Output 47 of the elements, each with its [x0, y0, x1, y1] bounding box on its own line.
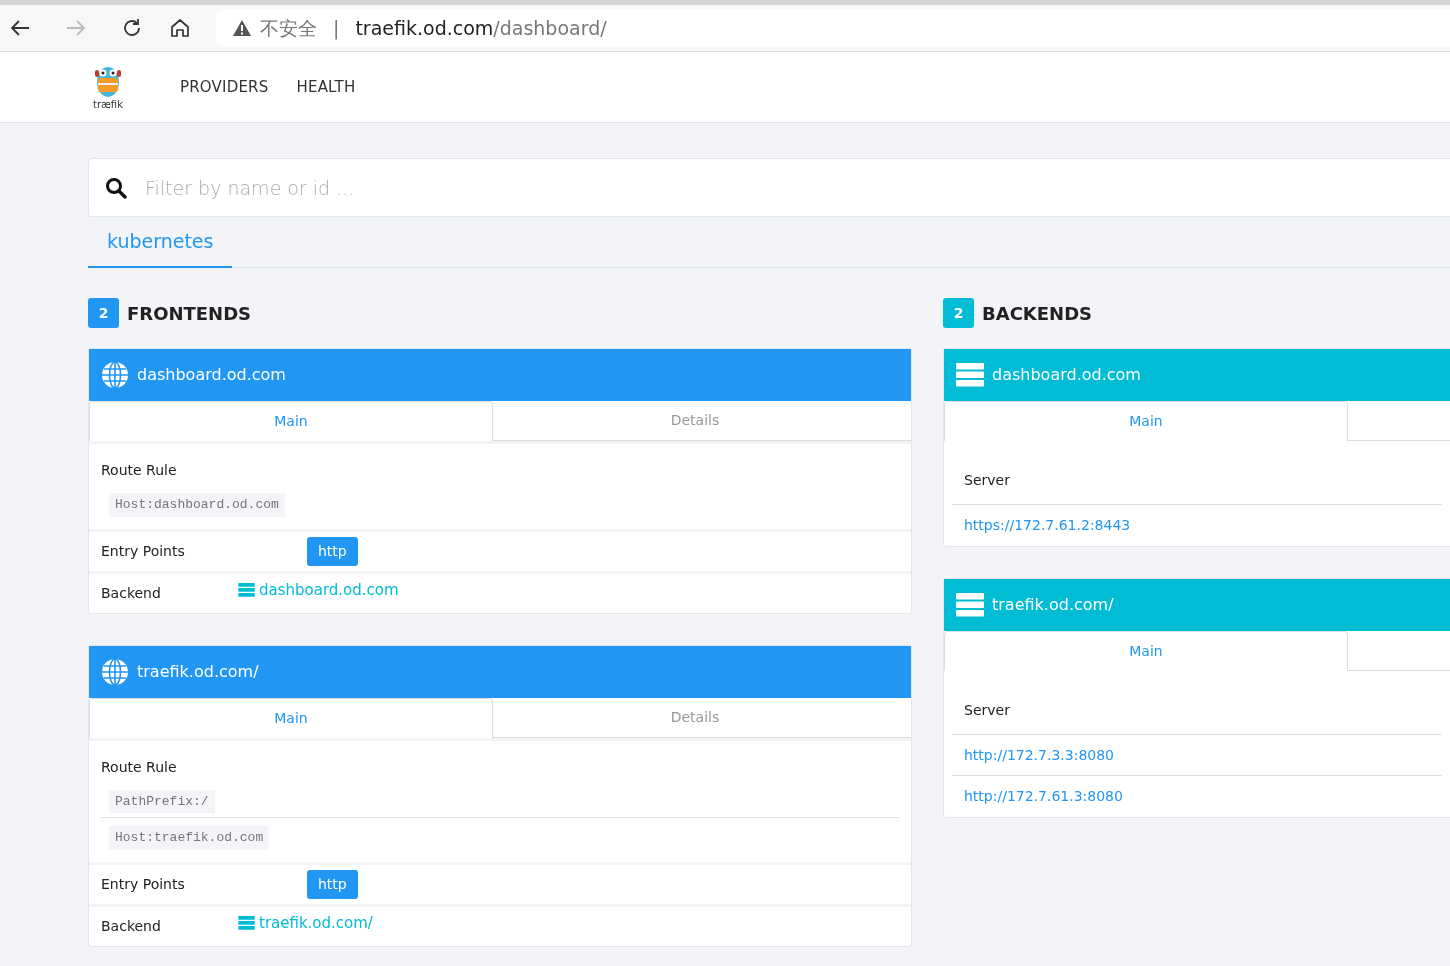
- server-icon: [238, 583, 255, 597]
- count-badge: 2: [88, 298, 119, 328]
- address-bar[interactable]: 不安全 | traefik.od.com/dashboard/: [216, 9, 1450, 47]
- backend-name: dashboard.od.com: [992, 364, 1141, 386]
- field-label: Entry Points: [101, 541, 185, 561]
- card-tab[interactable]: Main: [89, 697, 493, 738]
- server-link[interactable]: https://172.7.61.2:8443: [964, 515, 1131, 536]
- entry-point-tag[interactable]: http: [307, 536, 358, 566]
- security-label: 不安全: [260, 15, 317, 41]
- mascot-logo-icon: [93, 64, 123, 100]
- field-label: Backend: [101, 583, 161, 603]
- search-icon: [105, 176, 127, 199]
- server-icon: [956, 593, 984, 617]
- provider-tab[interactable]: kubernetes: [88, 217, 233, 268]
- globe-icon: [101, 657, 129, 686]
- url-text: traefik.od.com/dashboard/: [355, 15, 607, 41]
- count-badge: 2: [943, 298, 974, 328]
- field-label: Backend: [101, 916, 161, 936]
- server-icon: [238, 916, 255, 930]
- nav-link[interactable]: PROVIDERS: [180, 75, 269, 99]
- field-label: Server: [964, 471, 1010, 490]
- section-title: FRONTENDS: [127, 301, 252, 326]
- warning-icon: [232, 19, 252, 37]
- server-link[interactable]: http://172.7.61.3:8080: [964, 786, 1123, 807]
- backend-link[interactable]: traefik.od.com/: [259, 911, 373, 935]
- field-label: Entry Points: [101, 874, 185, 894]
- field-label: Route Rule: [101, 757, 178, 777]
- card-tab[interactable]: Main: [89, 401, 493, 441]
- card-tab[interactable]: Main: [944, 631, 1348, 671]
- frontend-name: traefik.od.com/: [137, 660, 259, 683]
- home-icon: [169, 17, 191, 39]
- field-label: Server: [964, 701, 1010, 720]
- backend-link[interactable]: dashboard.od.com: [259, 578, 399, 602]
- field-label: Route Rule: [101, 461, 178, 480]
- separator: |: [333, 15, 340, 42]
- backend-name: traefik.od.com/: [992, 594, 1114, 616]
- frontend-name: dashboard.od.com: [137, 364, 286, 386]
- server-icon: [956, 363, 984, 387]
- reload-icon: [121, 17, 143, 39]
- globe-icon: [101, 361, 129, 389]
- logo-text: træfik: [93, 100, 123, 110]
- section-title: BACKENDS: [982, 301, 1093, 326]
- entry-point-tag[interactable]: http: [307, 869, 358, 899]
- server-link[interactable]: http://172.7.3.3:8080: [964, 744, 1115, 766]
- nav-link[interactable]: HEALTH: [296, 75, 356, 99]
- card-tab[interactable]: Main: [944, 401, 1348, 441]
- search-field[interactable]: Filter by name or id ...: [88, 158, 1450, 217]
